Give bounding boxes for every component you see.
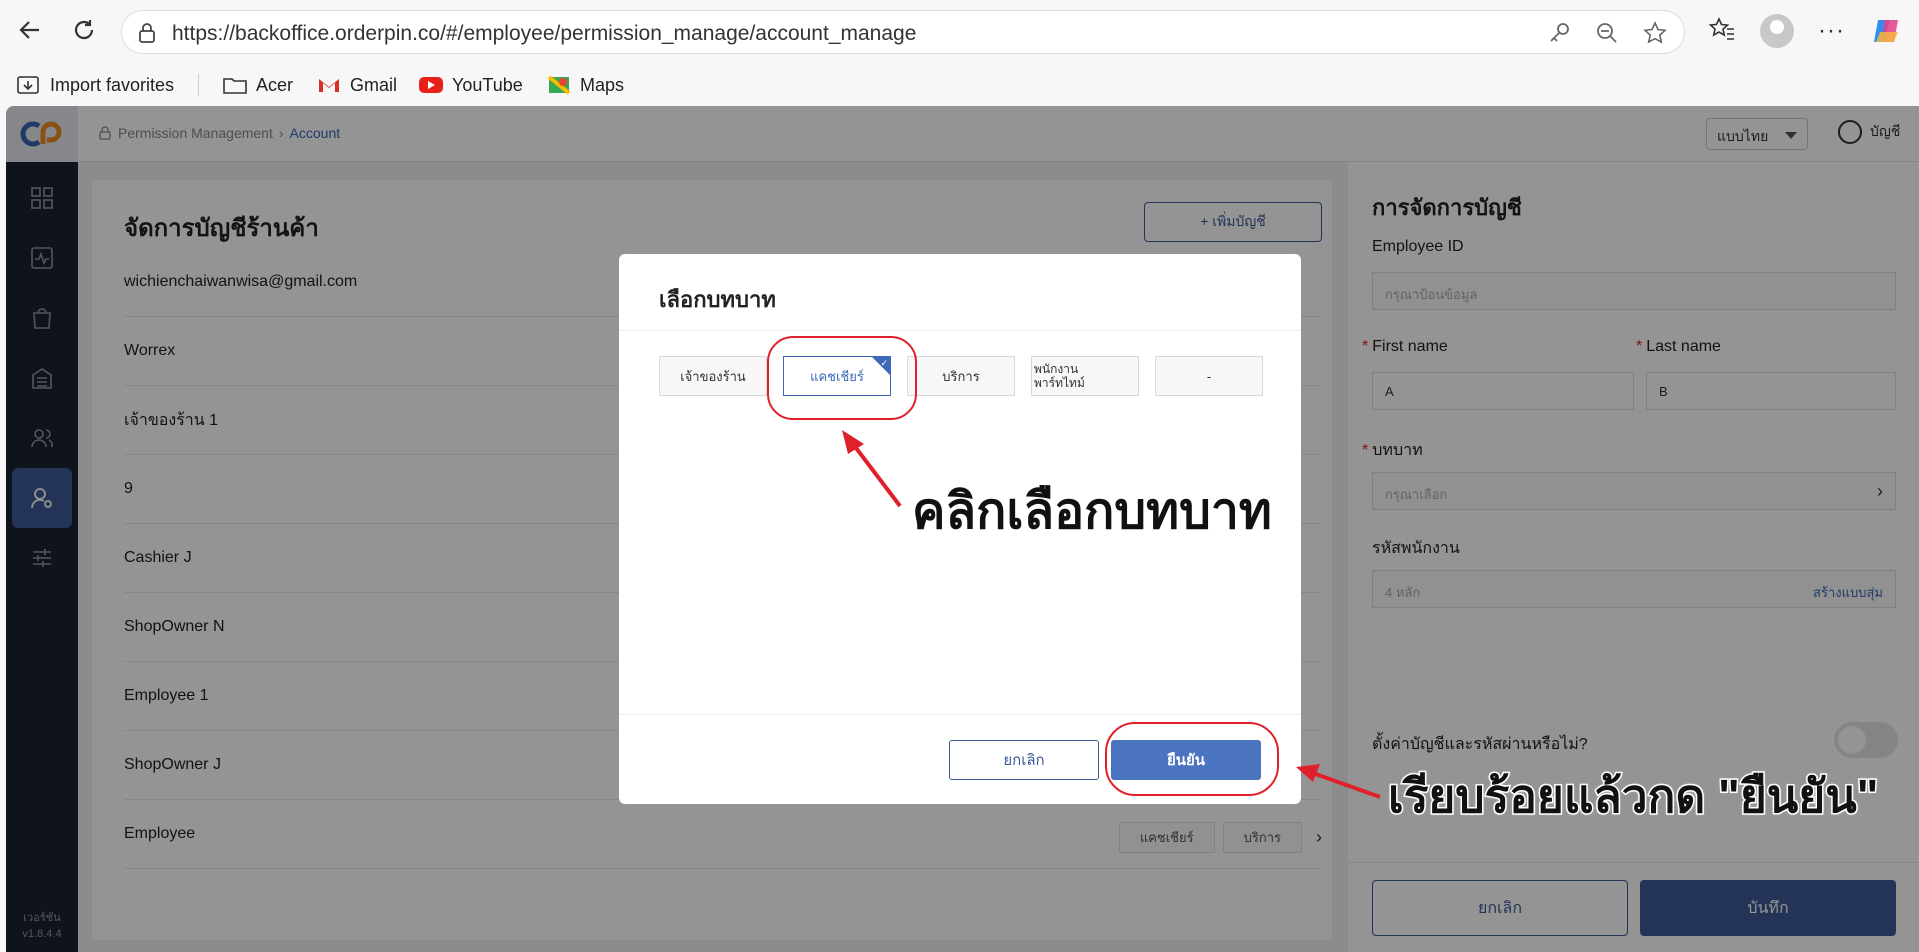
- role-option-service[interactable]: บริการ: [907, 356, 1015, 396]
- bookmark-acer[interactable]: Acer: [222, 74, 293, 96]
- bookmark-import-favorites[interactable]: Import favorites: [16, 74, 174, 96]
- address-bar[interactable]: https://backoffice.orderpin.co/#/employe…: [121, 10, 1685, 54]
- bookmark-gmail[interactable]: Gmail: [316, 74, 397, 96]
- maps-icon: [547, 75, 571, 95]
- bookmark-youtube[interactable]: YouTube: [418, 74, 523, 96]
- more-icon[interactable]: ···: [1818, 17, 1845, 45]
- import-icon: [17, 76, 39, 94]
- highlight-ring-confirm: [1105, 722, 1279, 796]
- zoom-out-icon[interactable]: [1594, 20, 1620, 46]
- annotation-confirm-hint: เรียบร้อยแล้วกด "ยืนยัน": [1386, 769, 1879, 824]
- lock-icon: [139, 23, 155, 43]
- url-text: https://backoffice.orderpin.co/#/employe…: [172, 22, 917, 45]
- copilot-icon[interactable]: [1870, 14, 1904, 48]
- favorites-icon[interactable]: [1708, 15, 1736, 48]
- browser-toolbar: https://backoffice.orderpin.co/#/employe…: [0, 0, 1919, 64]
- back-button[interactable]: [12, 12, 48, 48]
- role-option-owner[interactable]: เจ้าของร้าน: [659, 356, 767, 396]
- dialog-footer-divider: [619, 714, 1301, 715]
- bookmark-maps[interactable]: Maps: [546, 74, 624, 96]
- role-option-parttime[interactable]: พนักงาน พาร์ทไทม์: [1031, 356, 1139, 396]
- profile-avatar[interactable]: [1760, 14, 1794, 48]
- refresh-icon: [74, 20, 94, 40]
- highlight-ring-cashier: [767, 336, 917, 420]
- dialog-divider: [619, 330, 1301, 331]
- star-icon[interactable]: [1642, 20, 1668, 46]
- dialog-cancel-button[interactable]: ยกเลิก: [949, 740, 1099, 780]
- role-option-none[interactable]: -: [1155, 356, 1263, 396]
- youtube-icon: [419, 77, 443, 93]
- dialog-title: เลือกบทบาท: [659, 287, 776, 312]
- gmail-icon: [319, 79, 339, 92]
- bookmark-divider: [198, 74, 199, 96]
- key-icon[interactable]: [1546, 20, 1572, 46]
- folder-icon: [223, 78, 247, 94]
- arrow-left-icon: [19, 21, 39, 39]
- bookmarks-bar: Import favorites Acer Gmail YouTube Maps: [0, 64, 1919, 106]
- refresh-button[interactable]: [66, 12, 102, 48]
- annotation-select-role: คลิกเลือกบทบาท: [911, 482, 1274, 541]
